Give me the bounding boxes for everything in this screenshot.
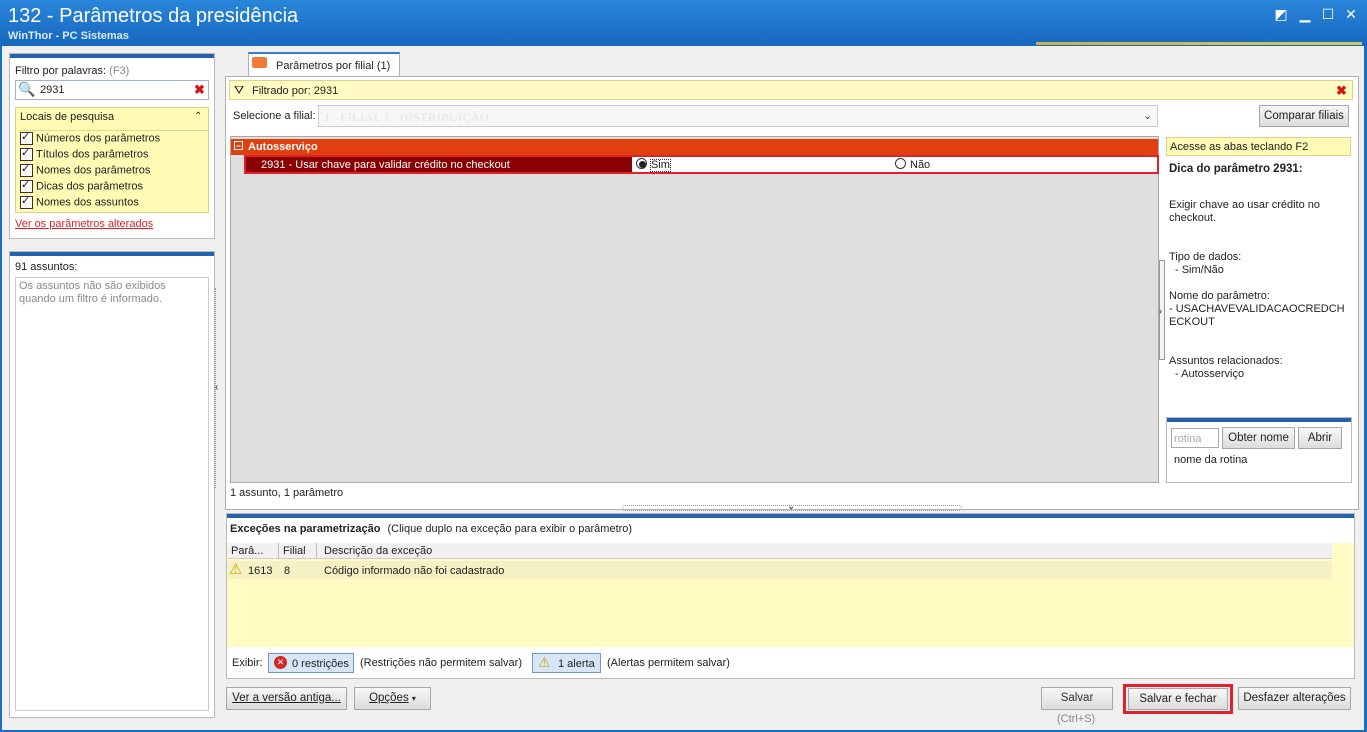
hint-name-value: - USACHAVEVALIDACAOCREDCHECKOUT [1169, 303, 1345, 328]
checkbox-icon[interactable] [20, 130, 33, 145]
tab-parametros-por-filial[interactable]: Parâmetros por filial (1) [248, 52, 400, 76]
window-subtitle: WinThor - PC Sistemas [8, 30, 129, 42]
hint-description: Exigir chave ao usar crédito no checkout… [1169, 199, 1321, 224]
save-shortcut: (Ctrl+S) [1057, 713, 1096, 725]
tab-label: Parâmetros por filial (1) [276, 60, 391, 72]
restrictions-note: (Restrições não permitem salvar) [360, 657, 522, 669]
column-header[interactable]: Descrição da exceção [324, 545, 432, 557]
magnifier-icon: 🔍 [18, 81, 36, 97]
maximize-icon[interactable]: ☐ [1319, 6, 1337, 22]
save-and-close-button[interactable]: Salvar e fechar [1128, 688, 1228, 710]
close-icon[interactable]: ✕ [1342, 6, 1360, 22]
collapse-icon[interactable]: ⌃ [194, 111, 202, 122]
exceptions-title: Exceções na parametrização [230, 523, 381, 535]
collapse-down-icon[interactable]: ⌄ [787, 501, 795, 512]
clear-filtered-icon[interactable]: ✖ [1336, 83, 1347, 99]
collapse-left-icon[interactable]: ‹ [215, 382, 218, 393]
branch-value: 1 - FILIAL 1 - DISTRIBUIÇÃO [324, 110, 490, 124]
restrictions-button[interactable]: ✕ 0 restrições [268, 653, 354, 673]
exceptions-subtitle: (Clique duplo na exceção para exibir o p… [387, 523, 633, 535]
alerts-note: (Alertas permitem salvar) [607, 657, 730, 669]
open-button[interactable]: Abrir [1298, 427, 1342, 449]
hint-name-label: Nome do parâmetro: [1169, 290, 1270, 302]
location-item[interactable]: Nomes dos assuntos [20, 194, 139, 209]
subjects-empty-text: Os assuntos não são exibidos quando um f… [19, 280, 166, 305]
filtered-bar: ⛛ Filtrado por: 2931 ✖ [229, 80, 1353, 100]
search-locations-box: Locais de pesquisa ⌃ Números dos parâmet… [15, 107, 209, 213]
branch-label: Selecione a filial: [233, 110, 316, 122]
collapse-group-icon[interactable]: − [234, 141, 243, 151]
option-sim-label[interactable]: Sim [650, 159, 671, 172]
radio-nao[interactable] [895, 158, 906, 169]
location-item[interactable]: Dicas dos parâmetros [20, 178, 143, 193]
dropdown-arrow-icon: ▾ [411, 694, 416, 703]
warning-icon: ⚠ [229, 561, 243, 578]
save-button[interactable]: Salvar [1041, 687, 1113, 710]
alerts-button[interactable]: ⚠ 1 alerta [532, 653, 601, 673]
location-item[interactable]: Números dos parâmetros [20, 130, 160, 145]
location-item[interactable]: Nomes dos parâmetros [20, 162, 150, 177]
undo-changes-button[interactable]: Desfazer alterações [1238, 687, 1351, 710]
expand-hint-icon[interactable]: › [1159, 306, 1162, 316]
minimize-icon[interactable]: ▁ [1296, 6, 1314, 22]
checkbox-icon[interactable] [20, 194, 33, 209]
compare-branches-button[interactable]: Comparar filiais [1259, 105, 1349, 127]
filter-label: Filtro por palavras: (F3) [15, 65, 130, 77]
filter-search-input[interactable]: 2931 [40, 84, 64, 96]
old-version-button[interactable]: Ver a versão antiga... [226, 687, 347, 710]
title-accent [1036, 42, 1362, 45]
tabs-tip: Acesse as abas teclando F2 [1166, 137, 1351, 156]
get-name-button[interactable]: Obter nome [1222, 427, 1295, 449]
hint-title: Dica do parâmetro 2931: [1169, 163, 1303, 175]
group-header[interactable]: − Autosserviço [231, 139, 1158, 155]
checkbox-icon[interactable] [20, 178, 33, 193]
subjects-list[interactable]: Os assuntos não são exibidos quando um f… [15, 277, 209, 711]
option-nao-label[interactable]: Não [910, 159, 930, 171]
hint-related-value: - Autosserviço [1175, 368, 1245, 380]
exceptions-header: Exceções na parametrização (Clique duplo… [230, 523, 632, 535]
checkbox-icon[interactable] [20, 162, 33, 177]
restore-icon[interactable]: ◩ [1272, 6, 1290, 22]
column-header[interactable]: Parâ... [231, 545, 263, 557]
grid-footer: 1 assunto, 1 parâmetro [230, 487, 344, 499]
param-row[interactable]: 2931 - Usar chave para validar crédito n… [246, 157, 632, 172]
branch-select[interactable]: 1 - FILIAL 1 - DISTRIBUIÇÃO ⌄ [318, 105, 1158, 127]
clear-filter-icon[interactable]: ✖ [194, 82, 205, 98]
folder-icon [252, 57, 267, 68]
radio-sim[interactable] [636, 158, 647, 169]
hint-type-label: Tipo de dados: [1169, 251, 1242, 263]
options-button[interactable]: Opções ▾ [354, 687, 431, 710]
routine-input[interactable]: rotina [1171, 428, 1219, 448]
column-header[interactable]: Filial [283, 545, 306, 557]
table-row[interactable]: ⚠ 1613 8 Código informado não foi cadast… [228, 561, 1332, 579]
chevron-down-icon: ⌄ [1143, 110, 1153, 122]
filtered-text: Filtrado por: 2931 [252, 85, 339, 97]
search-locations-title: Locais de pesquisa [20, 111, 115, 123]
subjects-count: 91 assuntos: [15, 261, 78, 273]
funnel-icon: ⛛ [234, 83, 245, 97]
changed-params-link[interactable]: Ver os parâmetros alterados [15, 218, 153, 230]
param-value-cell: Sim Não [633, 157, 1155, 172]
window-title: 132 - Parâmetros da presidência [8, 5, 299, 27]
error-icon: ✕ [274, 656, 287, 669]
warning-icon: ⚠ [538, 654, 551, 670]
location-item[interactable]: Títulos dos parâmetros [20, 146, 149, 161]
routine-name-label: nome da rotina [1174, 454, 1248, 466]
exceptions-table-header: Parâ... Filial Descrição da exceção [228, 543, 1332, 559]
checkbox-icon[interactable] [20, 146, 33, 161]
hint-related-label: Assuntos relacionados: [1169, 355, 1283, 367]
group-label: Autosserviço [248, 141, 318, 153]
show-label: Exibir: [232, 657, 263, 669]
param-label: 2931 - Usar chave para validar crédito n… [261, 159, 510, 171]
hint-type-value: - Sim/Não [1175, 264, 1224, 276]
filter-search-box: 🔍 2931 ✖ [15, 80, 209, 100]
params-grid [230, 136, 1159, 483]
